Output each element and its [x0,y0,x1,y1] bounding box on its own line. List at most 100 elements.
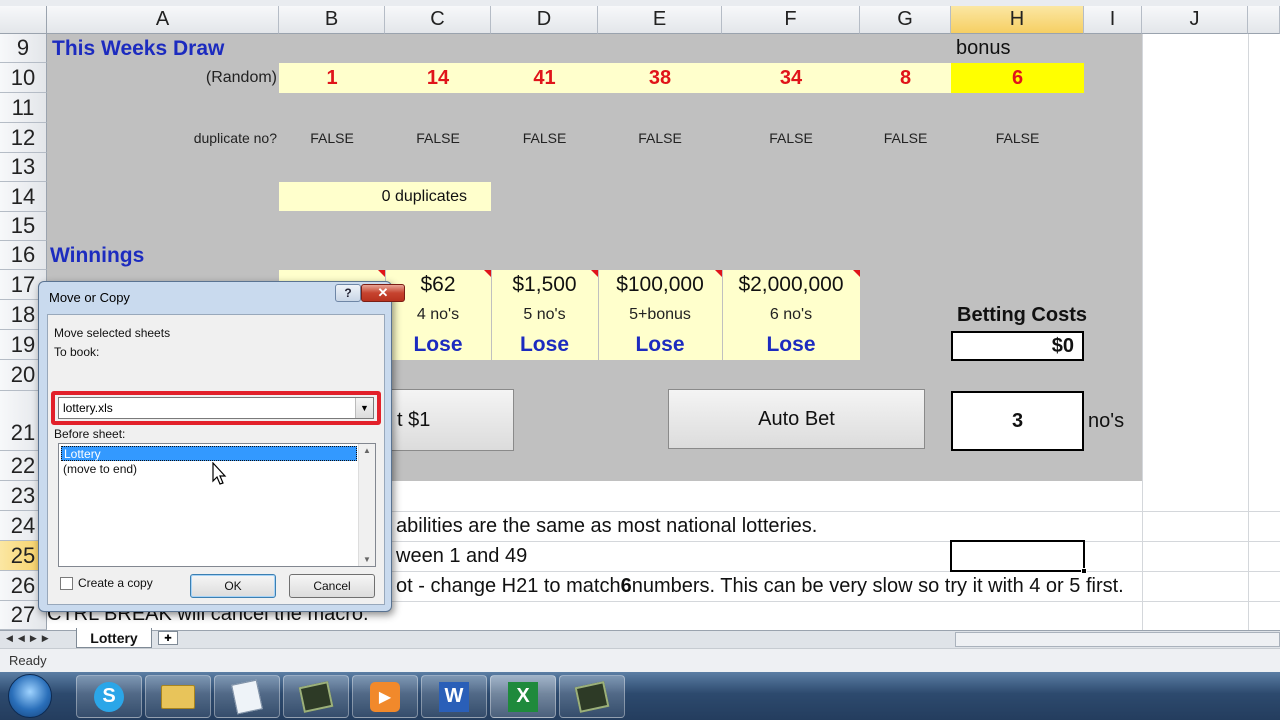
column-header-g[interactable]: G [860,6,951,34]
list-item[interactable]: (move to end) [61,462,357,477]
duplicate-flag-g12[interactable]: FALSE [860,123,951,153]
betting-costs-value[interactable]: $0 [951,331,1084,361]
move-or-copy-dialog: Move or Copy ? ✕ Move selected sheets To… [38,281,405,612]
skype-icon[interactable]: S [76,675,142,718]
ok-button[interactable]: OK [190,574,276,598]
column-header-e[interactable]: E [598,6,722,34]
match-label-c18[interactable]: 4 no's [385,300,491,330]
note-line-3-pre: ot - change H21 to match [396,574,621,597]
select-all-corner[interactable] [0,6,47,34]
word-icon[interactable]: W [421,675,487,718]
mouse-cursor-icon [212,462,227,485]
column-header-k[interactable] [1248,6,1280,34]
match-label-e18[interactable]: 5+bonus [598,300,722,330]
help-button[interactable]: ? [335,284,361,302]
note-line-3-post: numbers. This can be very slow so try it… [631,574,1124,597]
numbers-to-match-input[interactable]: 3 [951,391,1084,451]
cancel-button[interactable]: Cancel [289,574,375,598]
duplicate-flag-e12[interactable]: FALSE [598,123,722,153]
move-selected-label: Move selected sheets [54,326,171,340]
close-button[interactable]: ✕ [361,284,405,302]
note-line-3: ot - change H21 to match 6 numbers. This… [396,571,1124,601]
comment-indicator [715,270,722,277]
sheet-tab-lottery[interactable]: Lottery [76,628,152,648]
bonus-number-h10[interactable]: 6 [951,63,1084,93]
list-item[interactable]: Lottery [61,446,357,461]
column-header-f[interactable]: F [722,6,860,34]
numbers-label: no's [1088,409,1125,432]
result-e19[interactable]: Lose [598,330,722,360]
auto-bet-button[interactable]: Auto Bet [668,389,925,449]
betting-costs-label: Betting Costs [957,303,1087,326]
windows-taskbar: S ▶ W X [0,672,1280,720]
fill-handle[interactable] [1081,568,1087,574]
list-scrollbar[interactable]: ▲ ▼ [358,444,375,566]
draw-title: This Weeks Draw [52,36,225,60]
row-header-14[interactable]: 14 [0,182,47,212]
comment-indicator [484,270,491,277]
draw-number-d10[interactable]: 41 [491,63,598,93]
scroll-up-icon[interactable]: ▲ [363,446,371,455]
active-cell-h25[interactable] [950,540,1085,572]
draw-number-g10[interactable]: 8 [860,63,951,93]
dialog-title: Move or Copy [49,290,130,305]
row-header-11[interactable]: 11 [0,93,47,123]
draw-number-b10[interactable]: 1 [279,63,385,93]
prize-d17[interactable]: $1,500 [491,270,598,300]
result-f19[interactable]: Lose [722,330,860,360]
column-header-j[interactable]: J [1142,6,1248,34]
column-header-i[interactable]: I [1084,6,1142,34]
close-icon: ✕ [377,285,389,300]
winnings-title: Winnings [50,243,145,267]
media-player-icon[interactable]: ▶ [352,675,418,718]
duplicate-label: duplicate no? [193,130,277,146]
to-book-label: To book: [54,345,100,359]
excel-icon[interactable]: X [490,675,556,718]
row-header-13[interactable]: 13 [0,153,47,182]
bonus-label: bonus [956,37,1011,59]
row-header-10[interactable]: 10 [0,63,47,93]
create-copy-checkbox[interactable] [60,577,73,590]
result-c19[interactable]: Lose [385,330,491,360]
result-d19[interactable]: Lose [491,330,598,360]
terminal-icon[interactable] [283,675,349,718]
start-orb-icon[interactable] [8,674,52,718]
comment-indicator [853,270,860,277]
tab-scroll-arrows[interactable]: ◀◀▶▶ [6,633,54,644]
scroll-down-icon[interactable]: ▼ [363,555,371,564]
duplicates-summary[interactable]: 0 duplicates [279,182,491,211]
recorder-icon[interactable] [559,675,625,718]
match-label-f18[interactable]: 6 no's [722,300,860,330]
note-line-1: abilities are the same as most national … [396,514,818,537]
column-header-b[interactable]: B [279,6,385,34]
duplicate-flag-f12[interactable]: FALSE [722,123,860,153]
create-copy-label: Create a copy [78,576,153,590]
draw-number-e10[interactable]: 38 [598,63,722,93]
comment-indicator [591,270,598,277]
duplicate-flag-b12[interactable]: FALSE [279,123,385,153]
draw-number-c10[interactable]: 14 [385,63,491,93]
note-line-2: ween 1 and 49 [396,544,528,567]
prize-e17[interactable]: $100,000 [598,270,722,300]
insert-sheet-icon[interactable]: ✚ [158,631,178,645]
prize-f17[interactable]: $2,000,000 [722,270,860,300]
row-header-15[interactable]: 15 [0,212,47,241]
draw-number-f10[interactable]: 34 [722,63,860,93]
folder-icon[interactable] [145,675,211,718]
column-header-h[interactable]: H [951,6,1084,34]
row-header-12[interactable]: 12 [0,123,47,153]
column-header-d[interactable]: D [491,6,598,34]
duplicate-flag-d12[interactable]: FALSE [491,123,598,153]
dialog-body: Move selected sheets To book: lottery.xl… [47,314,385,605]
match-label-d18[interactable]: 5 no's [491,300,598,330]
column-header-a[interactable]: A [47,6,279,34]
duplicate-flag-h12[interactable]: FALSE [951,123,1084,153]
row-header-16[interactable]: 16 [0,241,47,270]
row-header-9[interactable]: 9 [0,34,47,63]
notepad-icon[interactable] [214,675,280,718]
column-header-c[interactable]: C [385,6,491,34]
duplicate-flag-c12[interactable]: FALSE [385,123,491,153]
horizontal-scrollbar[interactable] [955,632,1280,647]
note-line-3-bold: 6 [620,574,632,597]
before-sheet-label: Before sheet: [54,427,126,441]
